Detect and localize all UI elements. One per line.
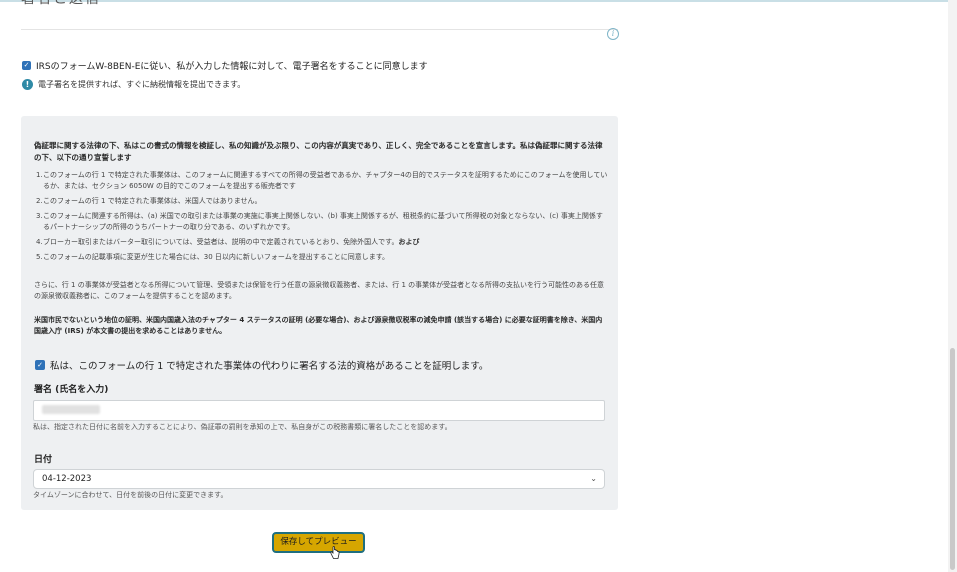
signature-help: 私は、指定された日付に名前を入力することにより、偽証罪の罰則を承知の上で、私自身…: [33, 423, 452, 431]
declaration-item: 1. このフォームの行 1 で特定された事業体は、このフォームに関連するすべての所…: [36, 171, 608, 190]
esign-consent-checkbox[interactable]: ✓: [22, 61, 31, 70]
declaration-item: 4. ブローカー取引またはバーター取引については、受益者は、説明の中で定義されてい…: [36, 238, 420, 246]
date-label: 日付: [34, 455, 53, 465]
date-value: 04-12-2023: [42, 474, 92, 484]
chevron-down-icon: ⌄: [590, 474, 597, 483]
certify-checkbox[interactable]: ✓: [35, 360, 45, 370]
date-select[interactable]: 04-12-2023 ⌄: [33, 469, 605, 489]
signature-input[interactable]: [33, 400, 605, 421]
declaration-heading: 偽証罪に関する法律の下、私はこの書式の情報を検証し、私の知識が及ぶ限り、この内容…: [34, 141, 603, 162]
certify-row[interactable]: ✓ 私は、このフォームの行 1 で特定された事業体の代わりに署名する法的資格があ…: [35, 358, 488, 372]
declaration-item: 2. このフォームの行 1 で特定された事業体は、米国人ではありません。: [36, 197, 262, 205]
esign-consent-row[interactable]: ✓ IRSのフォームW-8BEN-Eに従い、私が入力した情報に対して、電子署名を…: [22, 59, 428, 72]
date-help: タイムゾーンに合わせて、日付を前後の日付に変更できます。: [33, 491, 228, 499]
signature-value-redacted: [42, 405, 100, 414]
declaration-panel: 偽証罪に関する法律の下、私はこの書式の情報を検証し、私の知識が及ぶ限り、この内容…: [21, 116, 618, 510]
declaration-item: 5. このフォームの記載事項に変更が生じた場合には、30 日以内に新しいフォームを…: [36, 253, 390, 261]
section-heading: 署名と送信: [21, 0, 101, 8]
declaration-paragraph: さらに、行 1 の事業体が受益者となる所得について管理、受領または保管を行う任意…: [34, 281, 604, 300]
esign-note: ! 電子署名を提供すれば、すぐに納税情報を提出できます。: [22, 79, 245, 90]
scrollbar-thumb[interactable]: [950, 348, 955, 570]
certify-label: 私は、このフォームの行 1 で特定された事業体の代わりに署名する法的資格があるこ…: [50, 361, 489, 372]
declaration-irs-note: 米国市民でないという地位の証明、米国内国歳入法のチャプター 4 ステータスの証明…: [34, 316, 603, 335]
esign-consent-label: IRSのフォームW-8BEN-Eに従い、私が入力した情報に対して、電子署名をする…: [36, 62, 428, 72]
esign-note-text: 電子署名を提供すれば、すぐに納税情報を提出できます。: [38, 80, 246, 89]
declaration-and: および: [398, 238, 420, 246]
top-border: [0, 0, 957, 2]
save-and-preview-button[interactable]: 保存してプレビュー: [272, 532, 365, 553]
declaration-list: 1. このフォームの行 1 で特定された事業体は、このフォームに関連するすべての所…: [34, 170, 608, 267]
signature-label: 署名 (氏名を入力): [34, 385, 109, 395]
declaration-item: 3. このフォームに関連する所得は、(a) 米国での取引または事業の実施に事実上関…: [36, 212, 603, 231]
info-icon[interactable]: i: [607, 28, 619, 40]
info-icon: !: [22, 79, 33, 90]
section-divider: [21, 29, 618, 30]
page-scrollbar[interactable]: [948, 0, 957, 572]
hand-cursor-icon: [330, 546, 340, 559]
